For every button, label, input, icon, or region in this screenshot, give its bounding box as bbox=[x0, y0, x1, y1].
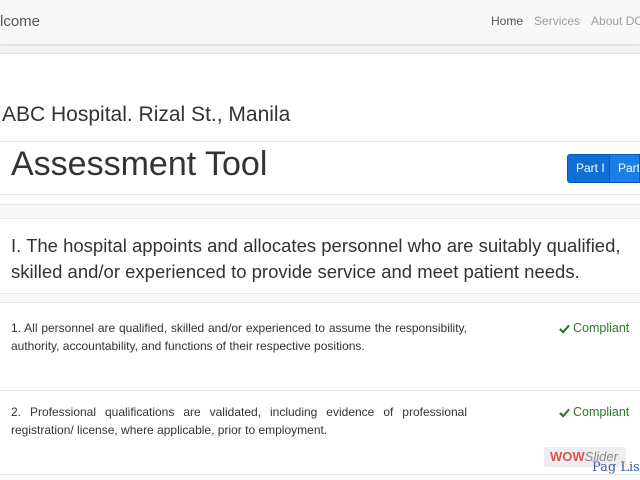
criterion-text: 1. All personnel are qualified, skilled … bbox=[11, 321, 467, 353]
nav-home-link[interactable]: Home bbox=[491, 14, 523, 28]
status-label: Compliant bbox=[573, 405, 630, 419]
hospital-name: ABC Hospital. Rizal St., Manila bbox=[2, 103, 291, 126]
divider bbox=[0, 390, 640, 391]
part-one-button[interactable]: Part I bbox=[567, 154, 610, 183]
divider bbox=[0, 194, 640, 195]
divider bbox=[0, 141, 640, 142]
divider bbox=[0, 474, 640, 475]
pag-list-link[interactable]: Pag List bbox=[592, 460, 640, 475]
check-icon bbox=[559, 324, 570, 334]
check-icon bbox=[559, 408, 570, 418]
page-title: Assessment Tool bbox=[11, 145, 268, 183]
section-separator bbox=[0, 204, 640, 219]
nav-services-link[interactable]: Services bbox=[534, 14, 580, 28]
compliant-status: Compliant bbox=[559, 321, 629, 335]
criterion-text: 2. Professional qualifications are valid… bbox=[11, 405, 467, 437]
section-separator bbox=[0, 293, 640, 303]
standard-heading: I. The hospital appoints and allocates p… bbox=[11, 233, 640, 285]
navbar-brand[interactable]: lcome bbox=[0, 13, 40, 30]
compliant-status: Compliant bbox=[559, 405, 629, 419]
nav-links: Home Services About DOH bbox=[491, 14, 640, 28]
standard-heading-line: skilled and/or experienced to provide se… bbox=[11, 261, 580, 282]
top-navbar: lcome Home Services About DOH bbox=[0, 0, 640, 45]
part-two-button[interactable]: Part bbox=[609, 154, 640, 183]
standard-heading-line: I. The hospital appoints and allocates p… bbox=[11, 235, 621, 256]
navbar-shadow-band bbox=[0, 46, 640, 54]
status-label: Compliant bbox=[573, 321, 630, 335]
nav-about-link[interactable]: About DOH bbox=[591, 14, 640, 28]
logo-wow: WOW bbox=[550, 449, 585, 464]
